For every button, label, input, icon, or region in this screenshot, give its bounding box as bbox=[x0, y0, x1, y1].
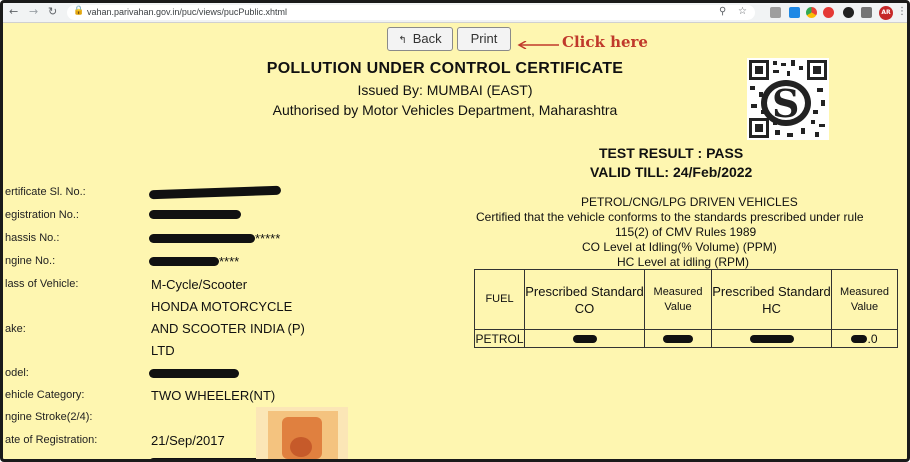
screenshot-frame: ← → ↻ 🔒 vahan.parivahan.gov.in/puc/views… bbox=[0, 0, 910, 462]
table-header: FUEL bbox=[474, 269, 525, 330]
field-label: lass of Vehicle: bbox=[5, 278, 79, 290]
field-label: ake: bbox=[5, 323, 26, 335]
address-bar[interactable]: 🔒 vahan.parivahan.gov.in/puc/views/pucPu… bbox=[67, 5, 755, 20]
redaction bbox=[572, 335, 597, 344]
browser-toolbar: ← → ↻ 🔒 vahan.parivahan.gov.in/puc/views… bbox=[3, 3, 907, 23]
table-row: PETROL .0 bbox=[474, 329, 898, 348]
extension-icon[interactable] bbox=[823, 7, 834, 18]
table-header: Measured Value bbox=[644, 269, 712, 330]
lock-icon: 🔒 bbox=[73, 6, 85, 16]
certification-line2: 115(2) of CMV Rules 1989 bbox=[615, 225, 757, 239]
arrow-left-icon[interactable]: ← bbox=[9, 5, 18, 19]
field-value: **** bbox=[219, 254, 240, 269]
click-here-annotation: Click here bbox=[562, 33, 648, 51]
print-button[interactable]: Print bbox=[457, 27, 511, 51]
chrome-icon[interactable] bbox=[806, 7, 817, 18]
redaction bbox=[149, 458, 269, 459]
emission-table: FUEL Prescribed Standard CO Measured Val… bbox=[474, 269, 898, 348]
table-header: Measured Value bbox=[831, 269, 898, 330]
extension-icon[interactable] bbox=[789, 7, 800, 18]
certification-line1: Certified that the vehicle conforms to t… bbox=[476, 210, 864, 224]
back-arrow-icon: ↰ bbox=[398, 35, 407, 46]
qr-emblem-mark: S bbox=[772, 81, 800, 126]
field-label: ehicle Category: bbox=[5, 389, 85, 401]
hc-measured-cell: .0 bbox=[831, 329, 898, 348]
redaction bbox=[149, 257, 219, 266]
valid-till: VALID TILL: 24/Feb/2022 bbox=[590, 164, 753, 180]
redaction bbox=[749, 335, 794, 344]
field-value: M-Cycle/Scooter bbox=[151, 277, 248, 292]
field-value: LTD bbox=[151, 343, 175, 358]
table-header: Prescribed Standard CO bbox=[524, 269, 645, 330]
redaction bbox=[149, 234, 255, 243]
redaction bbox=[149, 210, 241, 219]
extension-icon[interactable] bbox=[770, 7, 781, 18]
vehicle-type: PETROL/CNG/LPG DRIVEN VEHICLES bbox=[581, 195, 798, 209]
url-text[interactable]: vahan.parivahan.gov.in/puc/views/pucPubl… bbox=[87, 6, 287, 18]
field-label: odel: bbox=[5, 367, 29, 379]
field-value: AND SCOOTER INDIA (P) bbox=[151, 321, 305, 336]
hc-level: HC Level at idling (RPM) bbox=[617, 255, 750, 269]
co-standard-cell bbox=[524, 329, 645, 348]
state-emblem bbox=[256, 407, 348, 459]
field-label: ngine Stroke(2/4): bbox=[5, 411, 93, 423]
redaction bbox=[851, 335, 868, 344]
field-value: ***** bbox=[255, 231, 281, 246]
avatar[interactable]: AR bbox=[879, 6, 893, 20]
field-value: 21/Sep/2017 bbox=[151, 433, 225, 448]
field-value: HONDA MOTORCYCLE bbox=[151, 299, 293, 314]
menu-kebab-icon[interactable]: ⋮ bbox=[897, 6, 907, 17]
hc-standard-cell bbox=[711, 329, 832, 348]
star-icon[interactable]: ☆ bbox=[738, 6, 747, 17]
field-label: ate of Registration: bbox=[5, 434, 98, 446]
field-label: ngine No.: bbox=[5, 255, 56, 267]
redaction bbox=[663, 335, 693, 344]
redaction bbox=[149, 369, 239, 378]
field-label: egistration No.: bbox=[5, 209, 79, 221]
co-level: CO Level at Idling(% Volume) (PPM) bbox=[582, 240, 777, 254]
puzzle-icon[interactable] bbox=[861, 7, 872, 18]
zoom-icon[interactable]: ⚲ bbox=[719, 6, 726, 17]
reload-icon[interactable]: ↻ bbox=[48, 5, 57, 19]
extension-icon[interactable] bbox=[843, 7, 854, 18]
arrow-right-icon[interactable]: → bbox=[29, 5, 38, 19]
table-header: Prescribed Standard HC bbox=[711, 269, 832, 330]
fuel-cell: PETROL bbox=[474, 329, 525, 348]
field-label: ertificate Sl. No.: bbox=[5, 186, 86, 198]
field-label: hassis No.: bbox=[5, 232, 60, 244]
redaction bbox=[148, 185, 282, 200]
qr-code: S bbox=[747, 58, 829, 140]
test-result: TEST RESULT : PASS bbox=[599, 145, 744, 161]
field-value: TWO WHEELER(NT) bbox=[151, 388, 276, 403]
annotation-arrow bbox=[517, 41, 559, 49]
co-measured-cell bbox=[644, 329, 712, 348]
back-button[interactable]: ↰ Back bbox=[387, 27, 453, 51]
table-header-row: FUEL Prescribed Standard CO Measured Val… bbox=[474, 269, 898, 330]
